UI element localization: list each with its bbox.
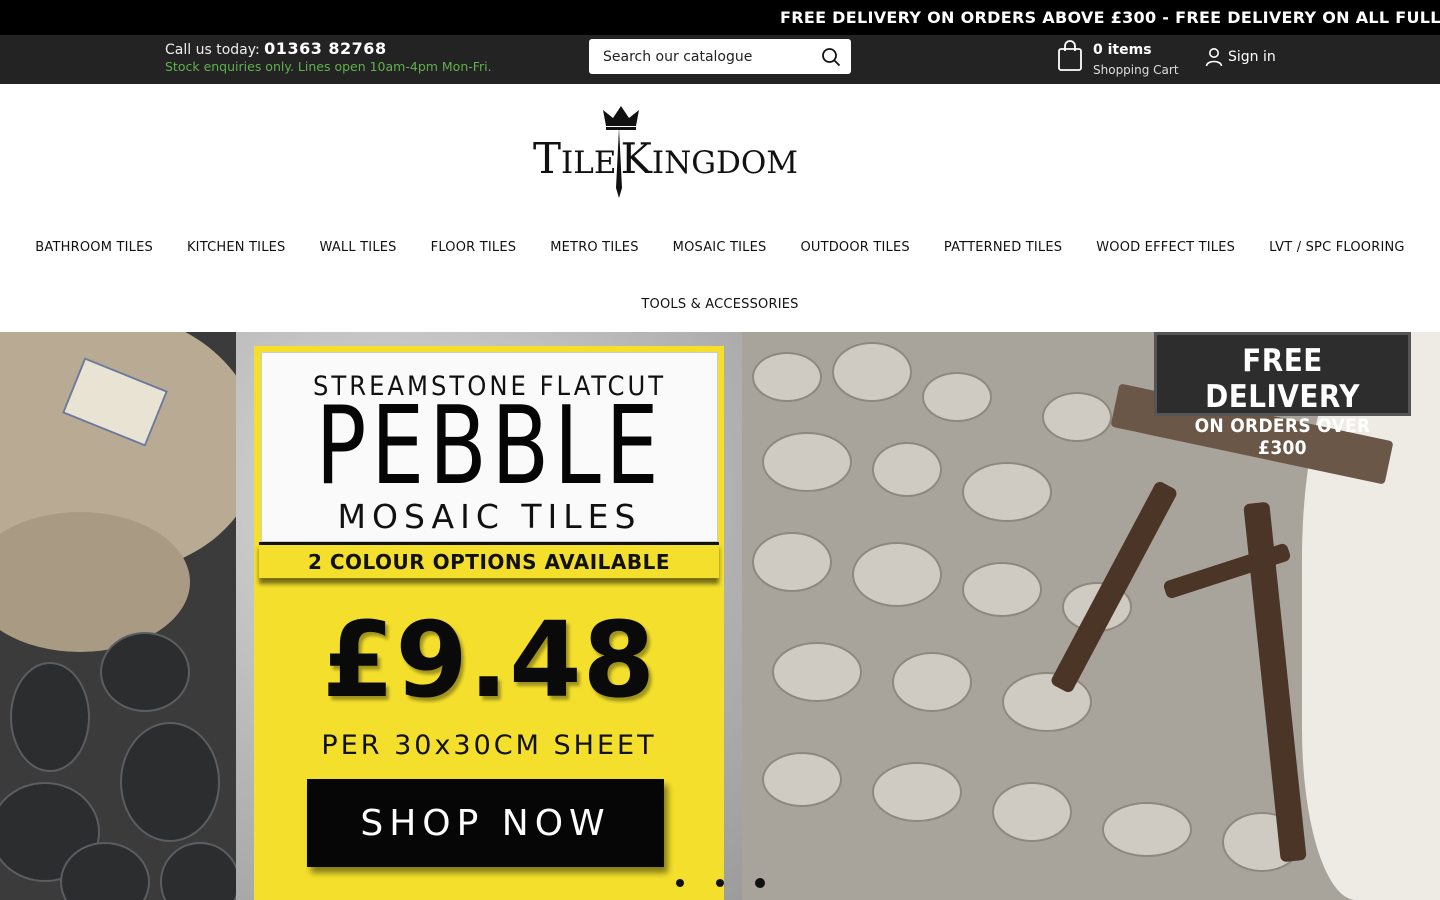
nav-item-tools-accessories[interactable]: TOOLS & ACCESSORIES (624, 297, 815, 312)
pebble-shape (1042, 392, 1112, 442)
slider-dot-3[interactable] (755, 878, 765, 888)
site-logo[interactable]: TILEKINGDOM (533, 104, 798, 199)
nav-item-patterned-tiles[interactable]: PATTERNED TILES (927, 240, 1079, 255)
pebble-shape (160, 842, 236, 900)
nav-item-bathroom-tiles[interactable]: BATHROOM TILES (18, 240, 170, 255)
nav-item-mosaic-tiles[interactable]: MOSAIC TILES (656, 240, 784, 255)
logo-rest-ingdom: INGDOM (651, 145, 799, 181)
phone-number[interactable]: 01363 82768 (264, 39, 386, 58)
pebble-shape (962, 562, 1042, 617)
nav-item-lvt-spc-flooring[interactable]: LVT / SPC FLOORING (1252, 240, 1422, 255)
call-line: Call us today: 01363 82768 (165, 39, 492, 58)
user-icon (1205, 48, 1223, 67)
search-icon (822, 47, 841, 66)
promo-price: £9.48 (322, 599, 656, 721)
pebble-shape (832, 342, 912, 402)
announcement-bar: FREE DELIVERY ON ORDERS ABOVE £300 - FRE… (0, 0, 1440, 35)
search-input[interactable] (589, 39, 811, 74)
stool-leg-shape (1049, 479, 1179, 695)
nav-row-1: BATHROOM TILES KITCHEN TILES WALL TILES … (0, 240, 1440, 255)
header-logo-area: TILEKINGDOM (0, 84, 1440, 222)
free-delivery-badge: FREE DELIVERY ON ORDERS OVER £300 (1154, 332, 1411, 459)
nav-item-metro-tiles[interactable]: METRO TILES (533, 240, 655, 255)
slider-dot-1[interactable] (676, 879, 684, 887)
main-navigation: BATHROOM TILES KITCHEN TILES WALL TILES … (0, 222, 1440, 336)
nav-row-2: TOOLS & ACCESSORIES (0, 297, 1440, 312)
nav-item-wall-tiles[interactable]: WALL TILES (303, 240, 414, 255)
hero-banner[interactable]: STREAMSTONE FLATCUT PEBBLE MOSAIC TILES … (0, 332, 1440, 900)
sign-in-link[interactable]: Sign in (1205, 47, 1276, 67)
slider-dots (0, 876, 1440, 890)
free-delivery-line-2: ON ORDERS OVER £300 (1194, 415, 1371, 459)
slider-dot-2[interactable] (716, 879, 724, 887)
nav-item-floor-tiles[interactable]: FLOOR TILES (414, 240, 534, 255)
pebble-shape (772, 642, 862, 702)
pebble-shape (852, 542, 942, 607)
pebble-shape (872, 762, 962, 822)
logo-initial-k: K (620, 134, 652, 183)
pebble-shape (962, 462, 1052, 522)
contact-info: Call us today: 01363 82768 Stock enquiri… (165, 39, 492, 74)
promo-unit: PER 30x30CM SHEET (321, 730, 657, 761)
pebble-shape (762, 752, 842, 807)
promo-panel: STREAMSTONE FLATCUT PEBBLE MOSAIC TILES … (236, 332, 742, 900)
nav-item-outdoor-tiles[interactable]: OUTDOOR TILES (783, 240, 926, 255)
cart-text: 0 items Shopping Cart (1093, 40, 1179, 77)
pebble-shape (120, 722, 220, 842)
search-button[interactable] (811, 39, 851, 74)
pebble-shape (100, 632, 190, 712)
free-delivery-line-1: FREE DELIVERY (1205, 343, 1360, 415)
pebble-shape (1002, 672, 1092, 732)
crown-icon (603, 106, 639, 130)
nav-item-wood-effect-tiles[interactable]: WOOD EFFECT TILES (1079, 240, 1252, 255)
logo-wordmark: TILEKINGDOM (533, 134, 798, 183)
colour-options-bar: 2 COLOUR OPTIONS AVAILABLE (259, 542, 719, 578)
shop-now-button[interactable]: SHOP NOW (307, 779, 664, 867)
opening-hours: Stock enquiries only. Lines open 10am-4p… (165, 59, 492, 74)
announcement-text: FREE DELIVERY ON ORDERS ABOVE £300 - FRE… (780, 8, 1440, 27)
pebble-shape (752, 352, 822, 402)
pebble-shape (1102, 802, 1192, 857)
call-label: Call us today: (165, 42, 260, 58)
top-bar: Call us today: 01363 82768 Stock enquiri… (0, 35, 1440, 84)
logo-rest-ile: ILE (561, 145, 617, 181)
pebble-shape (922, 372, 992, 422)
sign-in-label: Sign in (1228, 49, 1276, 65)
search-bar (589, 39, 851, 74)
promo-card: STREAMSTONE FLATCUT PEBBLE MOSAIC TILES … (254, 346, 724, 900)
pebble-shape (10, 662, 90, 772)
shopping-bag-icon (1058, 40, 1082, 71)
promo-line-2: PEBBLE (315, 384, 664, 509)
cart-label: Shopping Cart (1093, 63, 1179, 77)
promo-title-box: STREAMSTONE FLATCUT PEBBLE MOSAIC TILES (261, 352, 718, 542)
logo-initial-t: T (533, 134, 562, 183)
promo-line-3: MOSAIC TILES (337, 497, 642, 536)
pebble-shape (892, 652, 972, 712)
nav-item-kitchen-tiles[interactable]: KITCHEN TILES (170, 240, 303, 255)
pebble-shape (762, 432, 852, 492)
hero-left-photo (0, 332, 236, 900)
cart-count: 0 items (1093, 42, 1152, 58)
pebble-shape (752, 532, 832, 592)
pebble-shape (992, 782, 1072, 842)
shopping-cart[interactable]: 0 items Shopping Cart (1057, 40, 1179, 77)
pebble-shape (872, 442, 942, 497)
